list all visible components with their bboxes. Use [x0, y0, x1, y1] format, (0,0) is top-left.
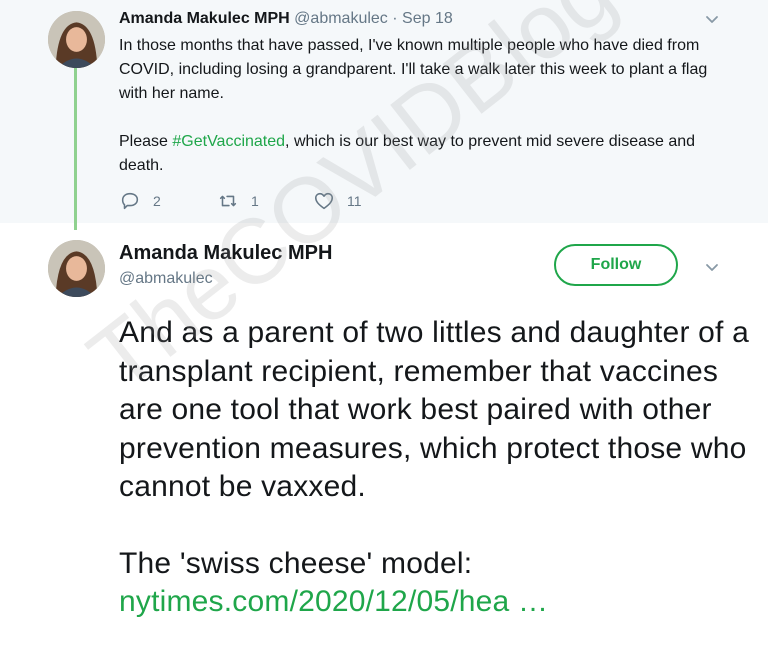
author-name[interactable]: Amanda Makulec MPH	[119, 242, 332, 265]
like-count: 11	[347, 193, 362, 209]
follow-button[interactable]: Follow	[554, 244, 678, 286]
main-tweet-text: And as a parent of two littles and daugh…	[119, 314, 759, 622]
retweet-count: 1	[251, 193, 259, 209]
like-button[interactable]: 11	[313, 190, 362, 212]
chevron-down-icon[interactable]	[704, 12, 720, 28]
article-link[interactable]: nytimes.com/2020/12/05/hea …	[119, 585, 548, 618]
retweet-button[interactable]: 1	[217, 190, 259, 212]
previous-tweet-header: Amanda Makulec MPH @abmakulec · Sep 18	[119, 10, 453, 28]
thread-connector-line	[74, 68, 77, 230]
chevron-down-icon[interactable]	[704, 260, 720, 276]
heart-icon	[314, 192, 334, 210]
hashtag-link[interactable]: #GetVaccinated	[172, 133, 285, 150]
author-handle[interactable]: @abmakulec	[119, 270, 213, 288]
tweet-paragraph: Please #GetVaccinated, which is our best…	[119, 130, 739, 178]
reply-button[interactable]: 2	[119, 190, 161, 212]
author-name[interactable]: Amanda Makulec MPH	[119, 10, 290, 27]
previous-tweet-text: In those months that have passed, I've k…	[119, 34, 739, 178]
tweet-paragraph: In those months that have passed, I've k…	[119, 37, 708, 102]
tweet-paragraph: And as a parent of two littles and daugh…	[119, 316, 750, 503]
reply-icon	[121, 192, 139, 210]
tweet-paragraph: The 'swiss cheese' model:	[119, 546, 473, 580]
tweet-date[interactable]: Sep 18	[402, 10, 453, 27]
author-handle[interactable]: @abmakulec	[294, 10, 388, 27]
avatar-photo	[48, 11, 105, 68]
text-segment: Please	[119, 133, 173, 150]
avatar-photo	[48, 240, 105, 297]
avatar[interactable]	[48, 240, 105, 297]
tweet-actions: 2 1 11	[119, 190, 479, 214]
retweet-icon	[219, 195, 237, 207]
meta-separator: ·	[392, 10, 398, 27]
avatar[interactable]	[48, 11, 105, 68]
reply-count: 2	[153, 193, 161, 209]
